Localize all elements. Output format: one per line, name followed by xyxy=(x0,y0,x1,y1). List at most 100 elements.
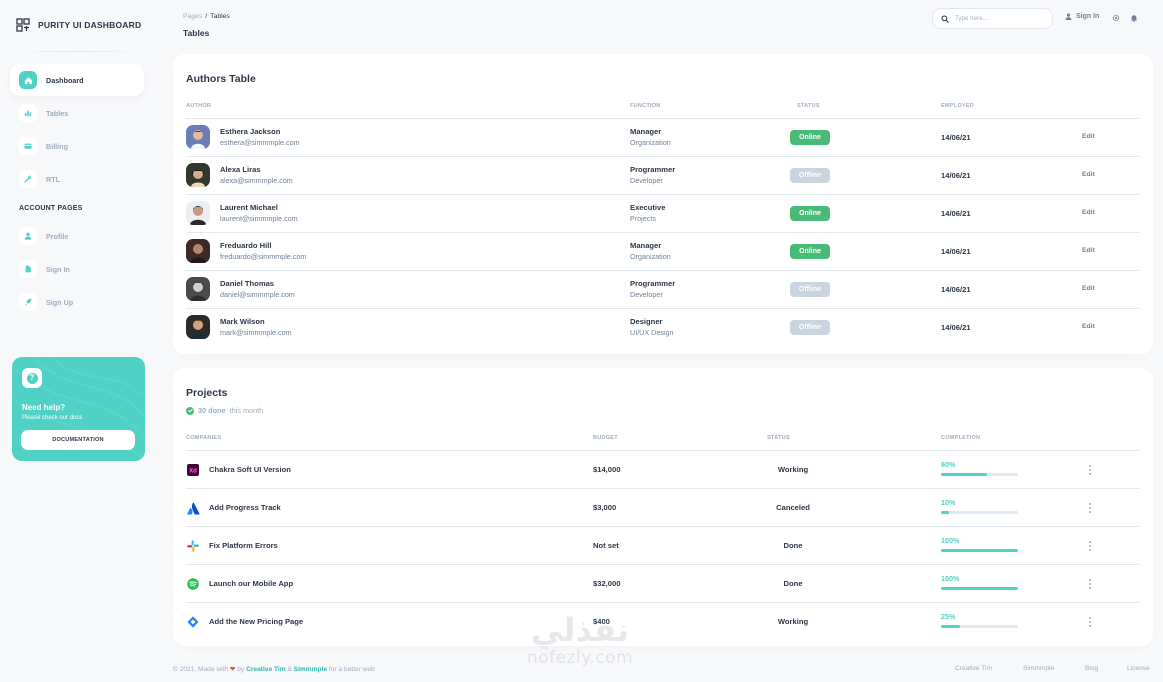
table-row: Alexa Liras alexa@simmmple.com Programme… xyxy=(186,156,1139,194)
table-row: Add Progress Track $3,000 Canceled 10% xyxy=(186,488,1139,526)
documentation-button[interactable]: DOCUMENTATION xyxy=(21,430,135,450)
completion: 60% xyxy=(941,460,1018,476)
footer-link-simmmple[interactable]: Simmmple xyxy=(1023,665,1054,672)
column-header-status: STATUS xyxy=(797,103,820,109)
more-options-icon[interactable] xyxy=(1087,615,1093,629)
progress-fill xyxy=(941,549,1018,552)
wrench-icon xyxy=(19,170,37,188)
status-badge: Offline xyxy=(790,168,830,183)
sidebar-item-billing[interactable]: Billing xyxy=(10,130,144,162)
completion-percent: 60% xyxy=(941,460,956,469)
footer-link-license[interactable]: License xyxy=(1127,665,1150,672)
document-icon xyxy=(19,260,37,278)
edit-link[interactable]: Edit xyxy=(1082,323,1095,330)
table-row: Xd Chakra Soft UI Version $14,000 Workin… xyxy=(186,450,1139,488)
completion: 10% xyxy=(941,498,1018,514)
more-options-icon[interactable] xyxy=(1087,539,1093,553)
watermark: نفذلي nofezly.com xyxy=(512,612,648,682)
footer-link-blog[interactable]: Blog xyxy=(1085,665,1098,672)
done-suffix: this month xyxy=(229,406,264,415)
search-input[interactable] xyxy=(955,15,1045,22)
xd-logo-text: Xd xyxy=(189,468,197,474)
project-status: Working xyxy=(777,465,809,474)
sidebar-item-sign-up[interactable]: Sign Up xyxy=(10,286,144,318)
projects-title: Projects xyxy=(186,387,228,399)
footer-author-link-2[interactable]: Simmmple xyxy=(294,666,327,673)
breadcrumb: Pages / Tables xyxy=(183,13,230,20)
table-row: Freduardo Hill freduardo@simmmple.com Ma… xyxy=(186,232,1139,270)
author-email: alexa@simmmple.com xyxy=(220,176,293,185)
edit-link[interactable]: Edit xyxy=(1082,133,1095,140)
edit-link[interactable]: Edit xyxy=(1082,285,1095,292)
sidebar-item-profile[interactable]: Profile xyxy=(10,220,144,252)
search-icon xyxy=(941,14,949,23)
table-row: Daniel Thomas daniel@simmmple.com Progra… xyxy=(186,270,1139,308)
author-department: Organization xyxy=(630,252,671,261)
author-department: Developer xyxy=(630,176,663,185)
projects-card: Projects 30 done this month COMPANIES BU… xyxy=(173,368,1153,646)
table-row: Add the New Pricing Page $400 Working 25… xyxy=(186,602,1139,640)
more-options-icon[interactable] xyxy=(1087,463,1093,477)
column-header-budget: BUDGET xyxy=(593,435,618,441)
progress-fill xyxy=(941,511,949,514)
status-badge: Online xyxy=(790,244,830,259)
employed-date: 14/06/21 xyxy=(941,209,971,218)
progress-bar xyxy=(941,549,1018,552)
sidebar-item-tables[interactable]: Tables xyxy=(10,97,144,129)
column-header-employed: EMPLOYED xyxy=(941,103,974,109)
footer-suffix: for a better web xyxy=(328,666,375,673)
employed-date: 14/06/21 xyxy=(941,285,971,294)
author-department: Developer xyxy=(630,290,663,299)
watermark-latin: nofezly.com xyxy=(526,648,634,668)
completion: 25% xyxy=(941,612,1018,628)
project-status: Done xyxy=(783,579,803,588)
sign-in-link[interactable]: Sign In xyxy=(1065,13,1099,20)
author-department: Projects xyxy=(630,214,656,223)
project-budget: $32,000 xyxy=(593,579,621,588)
avatar xyxy=(186,239,210,263)
author-name: Mark Wilson xyxy=(220,317,265,326)
edit-link[interactable]: Edit xyxy=(1082,171,1095,178)
jira-logo-icon xyxy=(186,615,200,629)
heart-icon: ❤ xyxy=(229,666,236,673)
employed-date: 14/06/21 xyxy=(941,323,971,332)
progress-fill xyxy=(941,625,961,628)
author-role: Manager xyxy=(630,127,662,136)
search-box[interactable] xyxy=(932,8,1053,29)
more-options-icon[interactable] xyxy=(1087,577,1093,591)
more-options-icon[interactable] xyxy=(1087,501,1093,515)
column-header-status: STATUS xyxy=(767,435,790,441)
author-role: Executive xyxy=(630,203,666,212)
completion: 100% xyxy=(941,536,1018,552)
footer-author-link-1[interactable]: Creative Tim xyxy=(246,666,285,673)
breadcrumb-root[interactable]: Pages xyxy=(183,13,202,20)
author-name: Freduardo Hill xyxy=(220,241,272,250)
avatar xyxy=(186,201,210,225)
status-badge: Offline xyxy=(790,320,830,335)
sidebar-item-label: Tables xyxy=(46,108,69,118)
credit-card-icon xyxy=(19,137,37,155)
avatar xyxy=(186,277,210,301)
table-row: Mark Wilson mark@simmmple.com Designer U… xyxy=(186,308,1139,346)
table-row: Launch our Mobile App $32,000 Done 100% xyxy=(186,564,1139,602)
notification-bell-icon[interactable] xyxy=(1129,13,1139,23)
footer-by: by xyxy=(237,666,245,673)
progress-fill xyxy=(941,587,1018,590)
progress-fill xyxy=(941,473,988,476)
column-header-companies: COMPANIES xyxy=(186,435,222,441)
footer-link-creative-tim[interactable]: Creative Tim xyxy=(955,665,992,672)
sidebar-item-label: Profile xyxy=(46,231,69,241)
spotify-logo-icon xyxy=(186,577,200,591)
sidebar-item-sign-in[interactable]: Sign In xyxy=(10,253,144,285)
progress-bar xyxy=(941,511,1018,514)
sidebar-item-rtl[interactable]: RTL xyxy=(10,163,144,195)
edit-link[interactable]: Edit xyxy=(1082,247,1095,254)
author-role: Programmer xyxy=(630,279,676,288)
table-row: Fix Platform Errors Not set Done 100% xyxy=(186,526,1139,564)
settings-gear-icon[interactable] xyxy=(1111,13,1121,23)
author-email: freduardo@simmmple.com xyxy=(220,252,307,261)
brand[interactable]: PURITY UI DASHBOARD xyxy=(16,18,141,32)
projects-done-summary: 30 done this month xyxy=(186,406,263,415)
edit-link[interactable]: Edit xyxy=(1082,209,1095,216)
sidebar-item-dashboard[interactable]: Dashboard xyxy=(10,64,144,96)
